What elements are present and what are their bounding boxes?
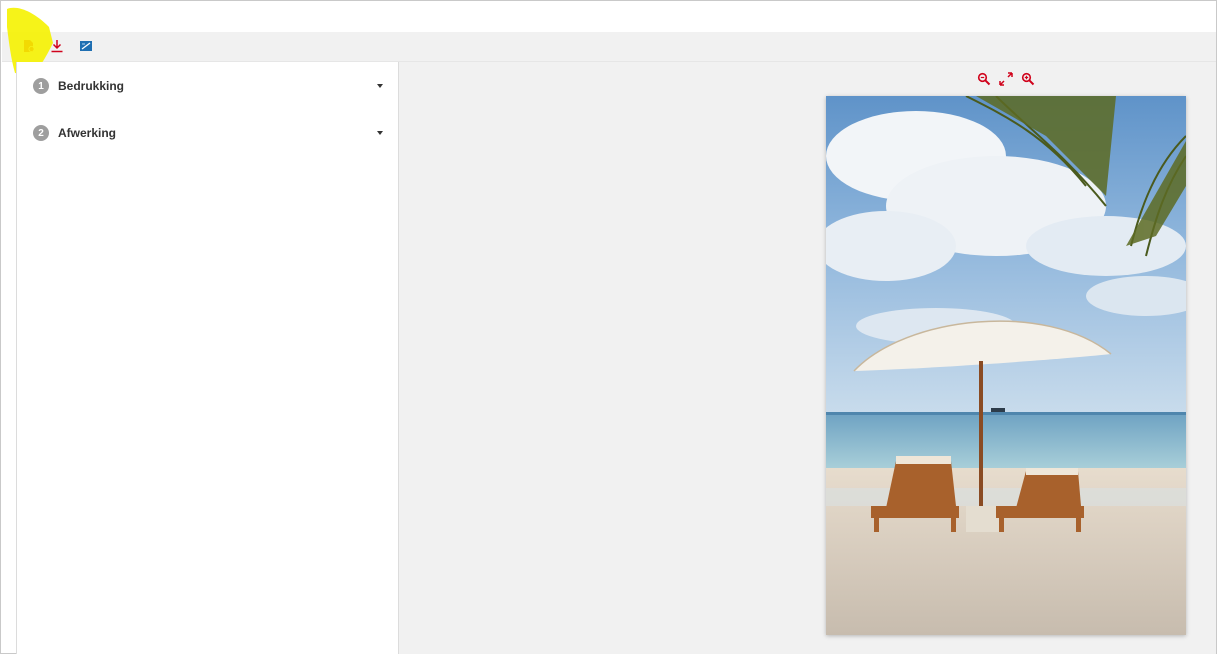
- preview-image-beach: [826, 96, 1186, 635]
- viewer-toolbar: [977, 72, 1037, 86]
- step-afwerking[interactable]: 2 Afwerking: [33, 122, 385, 144]
- app-window: 1 Bedrukking 2 Afwerking: [0, 0, 1217, 654]
- chevron-down-icon: [377, 84, 383, 88]
- step-label: Afwerking: [58, 126, 117, 140]
- image-preview-icon[interactable]: [78, 38, 94, 54]
- pdf-file-icon[interactable]: [21, 38, 37, 54]
- options-sidebar: 1 Bedrukking 2 Afwerking: [16, 62, 399, 654]
- download-icon[interactable]: [49, 38, 65, 54]
- step-number: 1: [33, 78, 49, 94]
- toolbar: [2, 32, 1216, 62]
- chevron-down-icon: [377, 131, 383, 135]
- zoom-out-icon[interactable]: [977, 72, 991, 86]
- step-number: 2: [33, 125, 49, 141]
- zoom-in-icon[interactable]: [1021, 72, 1035, 86]
- fit-to-screen-icon[interactable]: [999, 72, 1013, 86]
- top-bar: [2, 2, 1216, 32]
- step-bedrukking[interactable]: 1 Bedrukking: [33, 75, 385, 97]
- step-label: Bedrukking: [58, 79, 125, 93]
- preview-area: [399, 62, 1216, 654]
